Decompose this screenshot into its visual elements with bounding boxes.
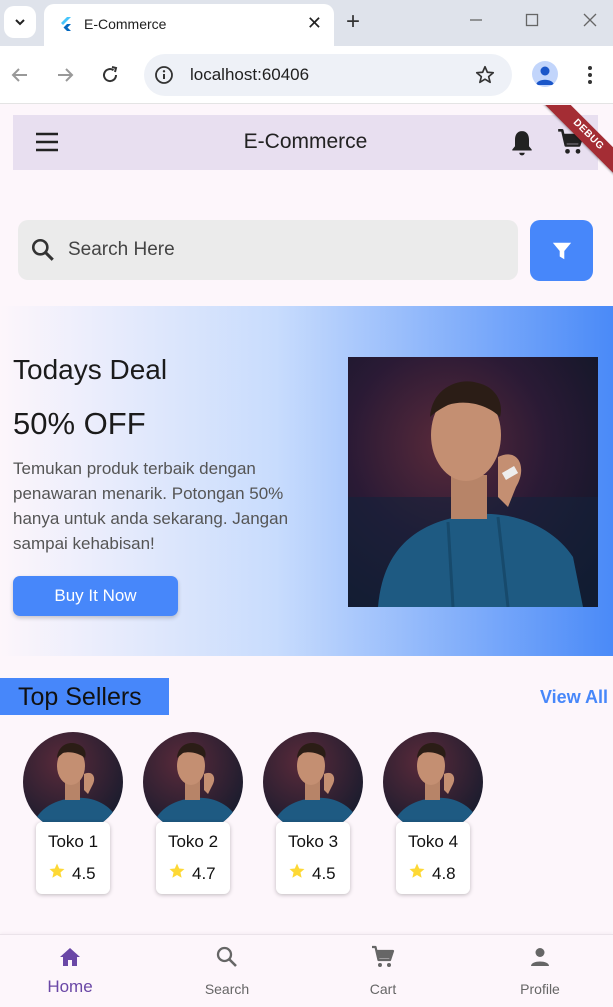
seller-rating-value: 4.8 — [432, 863, 456, 883]
seller-card-2[interactable]: Toko 2 4.7 — [143, 732, 243, 902]
url-text: localhost:60406 — [190, 65, 310, 84]
notification-bell-icon[interactable] — [509, 129, 535, 157]
tab-search-button[interactable] — [4, 6, 36, 38]
site-info-icon[interactable] — [154, 65, 174, 85]
star-icon — [288, 862, 312, 885]
nav-cart-label: Cart — [369, 981, 397, 997]
buy-it-now-button[interactable]: Buy It Now — [13, 576, 178, 616]
deal-description: Temukan produk terbaik dengan penawaran … — [13, 459, 289, 553]
star-icon — [48, 862, 72, 885]
deal-title: Todays Deal — [13, 354, 168, 385]
app-bar: E-Commerce — [13, 115, 598, 170]
seller-rating-value: 4.7 — [192, 863, 216, 883]
seller-card-1[interactable]: Toko 1 4.5 — [23, 732, 123, 902]
top-sellers-header: Top Sellers — [0, 678, 169, 715]
nav-cart[interactable]: Cart — [323, 935, 443, 1007]
browser-tab-bar: E-Commerce ✕ + — [0, 0, 613, 46]
nav-profile-label: Profile — [520, 981, 560, 997]
window-close-icon[interactable] — [580, 10, 600, 30]
forward-icon[interactable] — [53, 63, 77, 87]
browser-menu-icon[interactable] — [580, 62, 600, 88]
search-icon — [31, 238, 54, 261]
seller-avatar — [143, 732, 243, 832]
person-icon — [531, 948, 549, 966]
maximize-icon[interactable] — [522, 10, 542, 30]
browser-toolbar: localhost:60406 — [0, 46, 613, 104]
profile-avatar-icon[interactable] — [532, 61, 558, 87]
view-all-link[interactable]: View All — [540, 687, 608, 708]
reload-icon[interactable] — [98, 63, 122, 87]
search-input[interactable] — [68, 220, 498, 280]
seller-card-4[interactable]: Toko 4 4.8 — [383, 732, 483, 902]
filter-icon — [552, 242, 571, 259]
chevron-down-icon — [15, 19, 25, 26]
seller-info-card: Toko 2 4.7 — [156, 822, 230, 894]
star-icon — [168, 862, 192, 885]
seller-rating-value: 4.5 — [312, 863, 336, 883]
nav-search-label: Search — [204, 981, 250, 997]
seller-avatar — [23, 732, 123, 832]
nav-home-label: Home — [47, 977, 93, 996]
new-tab-icon[interactable]: + — [346, 8, 360, 36]
todays-deal-banner: Todays Deal 50% OFF Temukan produk terba… — [0, 306, 613, 656]
bottom-navigation: Home Search Cart Profile — [0, 934, 613, 1007]
seller-avatar — [263, 732, 363, 832]
browser-tab[interactable]: E-Commerce ✕ — [44, 4, 334, 46]
search-box[interactable] — [18, 220, 518, 280]
app-viewport: E-Commerce DEBUG Todays Deal 50% OFF Tem… — [0, 105, 613, 1007]
seller-name: Toko 1 — [47, 832, 99, 851]
filter-button[interactable] — [530, 220, 593, 281]
seller-rating: 4.5 — [48, 862, 96, 885]
search-icon — [216, 946, 237, 967]
seller-name: Toko 3 — [287, 832, 339, 851]
seller-rating: 4.5 — [288, 862, 336, 885]
tab-title: E-Commerce — [84, 16, 167, 32]
seller-info-card: Toko 1 4.5 — [36, 822, 110, 894]
deal-discount: 50% OFF — [13, 406, 146, 441]
seller-info-card: Toko 3 4.5 — [276, 822, 350, 894]
seller-card-3[interactable]: Toko 3 4.5 — [263, 732, 363, 902]
cart-icon — [372, 945, 395, 967]
top-sellers-title: Top Sellers — [18, 683, 142, 711]
star-icon — [408, 862, 432, 885]
seller-rating: 4.8 — [408, 862, 456, 885]
seller-name: Toko 4 — [407, 832, 459, 851]
seller-rating: 4.7 — [168, 862, 216, 885]
seller-info-card: Toko 4 4.8 — [396, 822, 470, 894]
nav-search[interactable]: Search — [167, 935, 287, 1007]
home-icon — [60, 948, 80, 966]
seller-avatar — [383, 732, 483, 832]
minimize-icon[interactable] — [466, 10, 486, 30]
deal-product-image — [348, 357, 598, 607]
back-icon[interactable] — [8, 63, 32, 87]
bookmark-star-icon[interactable] — [474, 64, 496, 86]
flutter-favicon-icon — [61, 17, 71, 31]
tab-close-icon[interactable]: ✕ — [307, 13, 322, 34]
seller-name: Toko 2 — [167, 832, 219, 851]
nav-home[interactable]: Home — [10, 935, 130, 1007]
seller-rating-value: 4.5 — [72, 863, 96, 883]
nav-profile[interactable]: Profile — [480, 935, 600, 1007]
address-bar[interactable]: localhost:60406 — [144, 54, 512, 96]
